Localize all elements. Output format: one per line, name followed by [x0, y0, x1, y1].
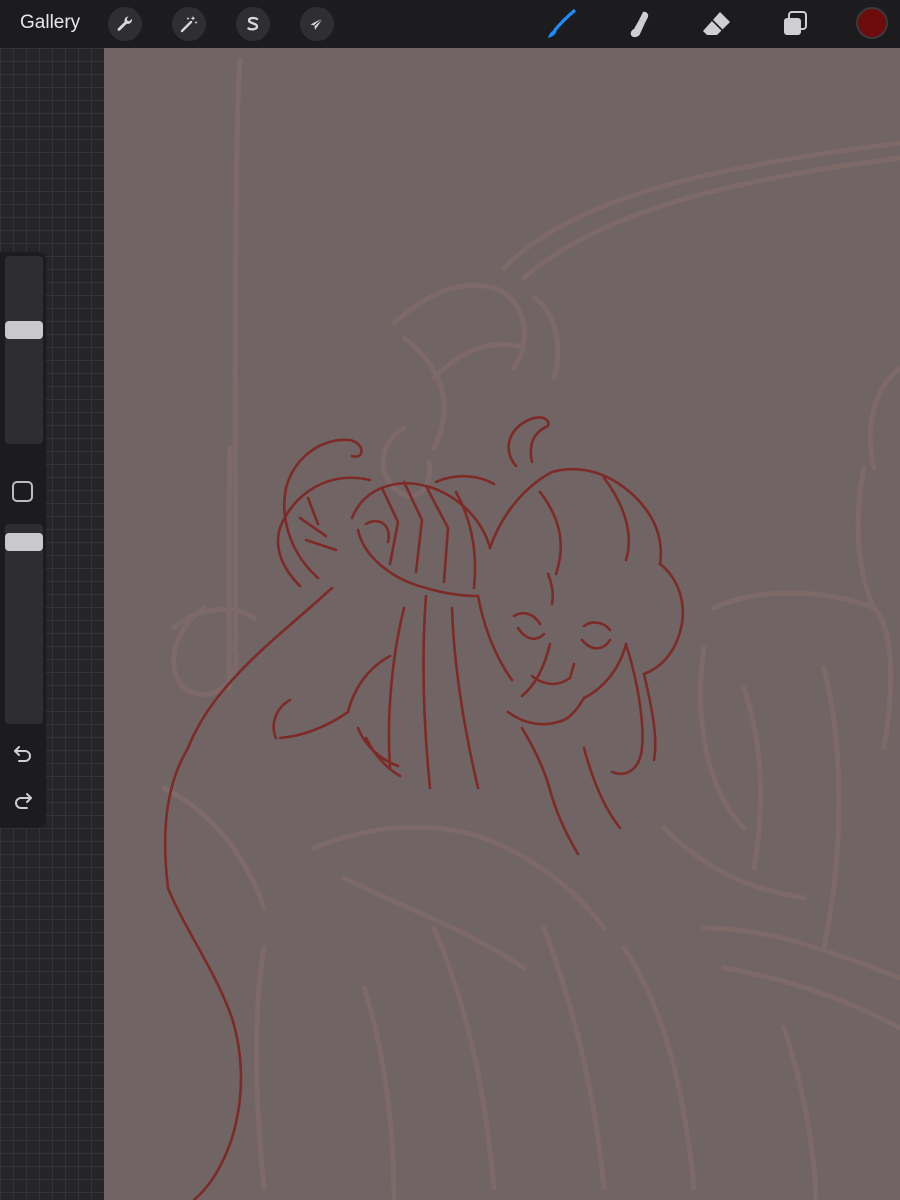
top-toolbar: Gallery [0, 0, 900, 48]
magic-wand-icon [180, 16, 198, 33]
adjustments-button[interactable] [172, 7, 206, 41]
redo-button[interactable] [10, 787, 36, 813]
redo-icon [15, 793, 32, 809]
eraser-tool-button[interactable] [699, 6, 735, 42]
brush-icon [548, 9, 576, 38]
smudge-tool-button[interactable] [621, 6, 657, 42]
sidebar [0, 252, 46, 828]
wrench-icon [117, 16, 132, 31]
actions-button[interactable] [108, 7, 142, 41]
opacity-thumb[interactable] [5, 533, 43, 551]
brush-size-slider[interactable] [5, 256, 43, 444]
drawing-canvas[interactable] [104, 48, 900, 1200]
selection-button[interactable] [236, 7, 270, 41]
eraser-icon [703, 12, 730, 35]
lineart-layer [163, 416, 685, 1200]
undo-icon [14, 746, 31, 762]
artwork [161, 57, 900, 1200]
layers-icon [784, 11, 807, 35]
opacity-slider[interactable] [5, 524, 43, 724]
brush-tool-button[interactable] [543, 6, 579, 42]
selection-s-icon [247, 16, 259, 31]
smudge-finger-icon [630, 11, 649, 38]
layers-button[interactable] [777, 6, 813, 42]
modify-button[interactable] [12, 481, 33, 502]
undo-button[interactable] [10, 740, 36, 766]
color-picker-button[interactable] [856, 7, 888, 39]
underlay-sketch-layer [161, 57, 900, 1200]
gallery-button[interactable]: Gallery [20, 12, 80, 34]
transform-button[interactable] [300, 7, 334, 41]
brush-size-thumb[interactable] [5, 321, 43, 339]
arrow-cursor-icon [310, 17, 324, 30]
